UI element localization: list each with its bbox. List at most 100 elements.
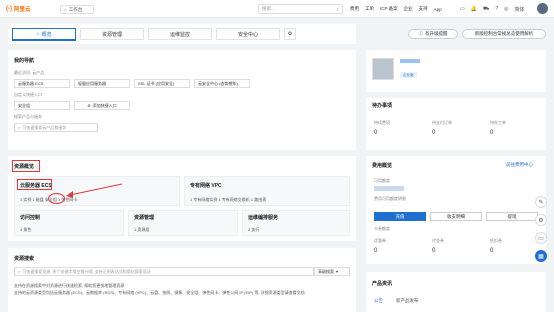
resource-search-panel: 资源搜索 ⌕ 可快速搜索资源, 多个关键字用空格分隔, 支持正则表达式和简化搜索…: [8, 248, 356, 312]
nav-fees[interactable]: 费用: [350, 6, 359, 12]
product-news-panel: 产品资讯 公告 新产品发布: [366, 272, 546, 312]
annotation-box-overview: [12, 160, 40, 172]
todo-value-orders[interactable]: 0: [432, 130, 435, 136]
tab-settings[interactable]: ⚙: [284, 28, 296, 40]
coupon-value-2[interactable]: 0: [432, 248, 435, 254]
tab-new-products[interactable]: 新产品发布: [396, 298, 419, 304]
coupon-value-3[interactable]: 0: [490, 248, 493, 254]
tab-label: 概览: [41, 31, 52, 38]
recent-swas[interactable]: 轻量应用服务器: [74, 79, 130, 88]
product-search-label: 搜索产品与服务: [14, 114, 42, 119]
shortcut-security-group[interactable]: 安全组: [14, 101, 70, 110]
resource-search-placeholder: 可快速搜索资源, 多个关键字用空格分隔, 支持正则表达式和简化搜索语法: [22, 268, 151, 274]
search-icon: ⌕: [18, 269, 21, 274]
custom-shortcuts-label: 自定义快捷入口: [14, 92, 42, 97]
home-icon: ⌂: [64, 7, 67, 12]
top-icons: ▭ 🔔 ⛟ ? ◎ 简体: [460, 4, 524, 14]
nav-tickets[interactable]: 工单: [365, 6, 374, 12]
withdraw-button[interactable]: 提现: [486, 212, 538, 221]
cart-icon[interactable]: ⛟: [483, 6, 489, 13]
logo-text: 阿里云: [14, 7, 31, 13]
bell-icon[interactable]: 🔔: [471, 6, 477, 12]
tab-label: 运维监控: [169, 31, 190, 38]
recent-ssl[interactable]: SSL 证书 (应用安全): [134, 79, 190, 88]
globe-icon[interactable]: ◎: [504, 6, 508, 12]
workbench-label: 工作台: [68, 6, 83, 12]
recent-label: 最近访问: 云产品: [14, 70, 45, 75]
user-card: 企业版: [366, 50, 546, 92]
nav-app[interactable]: App: [434, 7, 442, 12]
recent-security-center[interactable]: 云安全中心 (态势感知): [194, 79, 250, 88]
resource-search-desc-1: 支持在资源搜索中对资源进行快速检索, 帮助您更快地管理资源: [14, 283, 125, 288]
terminal-icon[interactable]: ▭: [460, 6, 465, 12]
overview-tabs: ⌂ 概览 资源管理 运维监控 安全中心 ⚙: [8, 24, 356, 44]
nav-enterprise[interactable]: 企业: [404, 6, 413, 12]
oos-title[interactable]: 运维编排服务: [248, 214, 278, 221]
user-avatar[interactable]: [537, 3, 548, 14]
recharge-button[interactable]: 充值: [374, 212, 426, 221]
billing-title: 费用概览: [372, 163, 393, 169]
search-icon: ⌕: [336, 6, 339, 12]
tab-resource-management[interactable]: 资源管理: [80, 28, 144, 40]
annotation-circle-security-group: [48, 193, 65, 204]
annotation-arrow: [66, 183, 123, 198]
add-shortcut-button[interactable]: ⊕ 添加快捷入口: [74, 101, 130, 110]
todo-value-renew[interactable]: 0: [374, 130, 377, 136]
aliyun-logo[interactable]: (-) 阿里云: [6, 4, 31, 14]
todo-label-renew: 待续费项: [374, 120, 390, 125]
search-icon: ⌕: [18, 125, 21, 130]
vpc-stats: 1 专有网络实例 1 专有网络交换机 1 路由表: [190, 197, 267, 202]
user-photo: [372, 58, 394, 80]
edit-layout-icon[interactable]: ✎: [535, 196, 547, 208]
tab-ops-monitoring[interactable]: 运维监控: [148, 28, 212, 40]
annotation-box-ecs: [17, 179, 52, 190]
grid-apps-icon[interactable]: ▦: [535, 250, 547, 262]
balance-note[interactable]: 费用可用额度明细: [374, 196, 406, 202]
user-name-redacted: [400, 59, 420, 63]
product-search-placeholder: 可快速搜索云产品和服务: [22, 124, 67, 130]
resource-management-title[interactable]: 资源管理: [134, 214, 154, 221]
tab-label: 资源管理: [101, 31, 122, 38]
coupon-label-1: 优惠券: [374, 238, 386, 243]
vpc-title[interactable]: 专有网络 VPC: [190, 182, 222, 189]
billing-center-link[interactable]: 前往费用中心: [506, 162, 533, 168]
resource-search-input[interactable]: ⌕ 可快速搜索资源, 多个关键字用空格分隔, 支持正则表达式和简化搜索语法: [14, 267, 314, 276]
info-icon: ⓘ: [418, 31, 424, 36]
coupon-value-1[interactable]: 0: [374, 248, 377, 254]
tab-announcements[interactable]: 公告: [374, 298, 383, 304]
resource-management-stats: 1 资源组: [134, 227, 150, 232]
tab-overview[interactable]: ⌂ 概览: [12, 28, 76, 41]
advanced-search-button[interactable]: 高级搜索 ▾: [314, 267, 350, 276]
recent-ecs[interactable]: 云服务器 ECS: [14, 79, 70, 88]
balance-redacted: [374, 186, 404, 191]
advanced-search-label: 高级搜索: [318, 268, 334, 274]
coupon-title: 卡券额度: [374, 226, 390, 231]
new-console-guide-button[interactable]: 新版控制台常规总览使用解析: [462, 29, 546, 39]
global-search-input[interactable]: 搜索... ⌕: [258, 4, 343, 14]
resource-overview-panel: 资源概览 ⓘ 云服务器 ECS 1 实例 1 磁盘 安全组 1 弹性网卡 专有网…: [8, 156, 356, 241]
workbench-button[interactable]: ⌂ 工作台: [60, 5, 94, 14]
product-news-title: 产品资讯: [372, 281, 393, 287]
billing-panel: 费用概览 前往费用中心 可用额度 费用可用额度明细 充值 收支明细 提现 卡券额…: [366, 156, 546, 264]
nav-support[interactable]: 支持: [419, 6, 428, 12]
product-search-input[interactable]: ⌕ 可快速搜索云产品和服务: [14, 123, 98, 132]
nav-icp[interactable]: ICP 备案: [380, 6, 398, 12]
feedback-icon[interactable]: ▭: [535, 232, 547, 244]
upgrade-label: 有升级提醒: [425, 31, 448, 36]
transactions-button[interactable]: 收支明细: [430, 212, 482, 221]
settings-icon[interactable]: ⚙: [535, 214, 547, 226]
ram-title[interactable]: 访问控制: [20, 214, 40, 221]
todo-value-tickets[interactable]: 0: [490, 130, 493, 136]
balance-label: 可用额度: [374, 178, 390, 183]
tab-label: 安全中心: [237, 31, 258, 38]
help-icon[interactable]: ?: [495, 6, 498, 12]
top-nav: 费用 工单 ICP 备案 企业 支持 App: [350, 5, 442, 13]
upgrade-reminder-button[interactable]: ⓘ 有升级提醒: [408, 29, 458, 39]
language-label[interactable]: 简体: [514, 6, 524, 13]
home-icon: ⌂: [36, 31, 40, 37]
tab-security-center[interactable]: 安全中心: [216, 28, 280, 40]
guide-label: 新版控制台常规总览使用解析: [474, 31, 534, 36]
top-bar: (-) 阿里云 ⌂ 工作台 搜索... ⌕ 费用 工单 ICP 备案 企业 支持…: [0, 0, 554, 18]
search-placeholder: 搜索...: [262, 6, 275, 11]
add-shortcut-label: 添加快捷入口: [92, 102, 117, 108]
